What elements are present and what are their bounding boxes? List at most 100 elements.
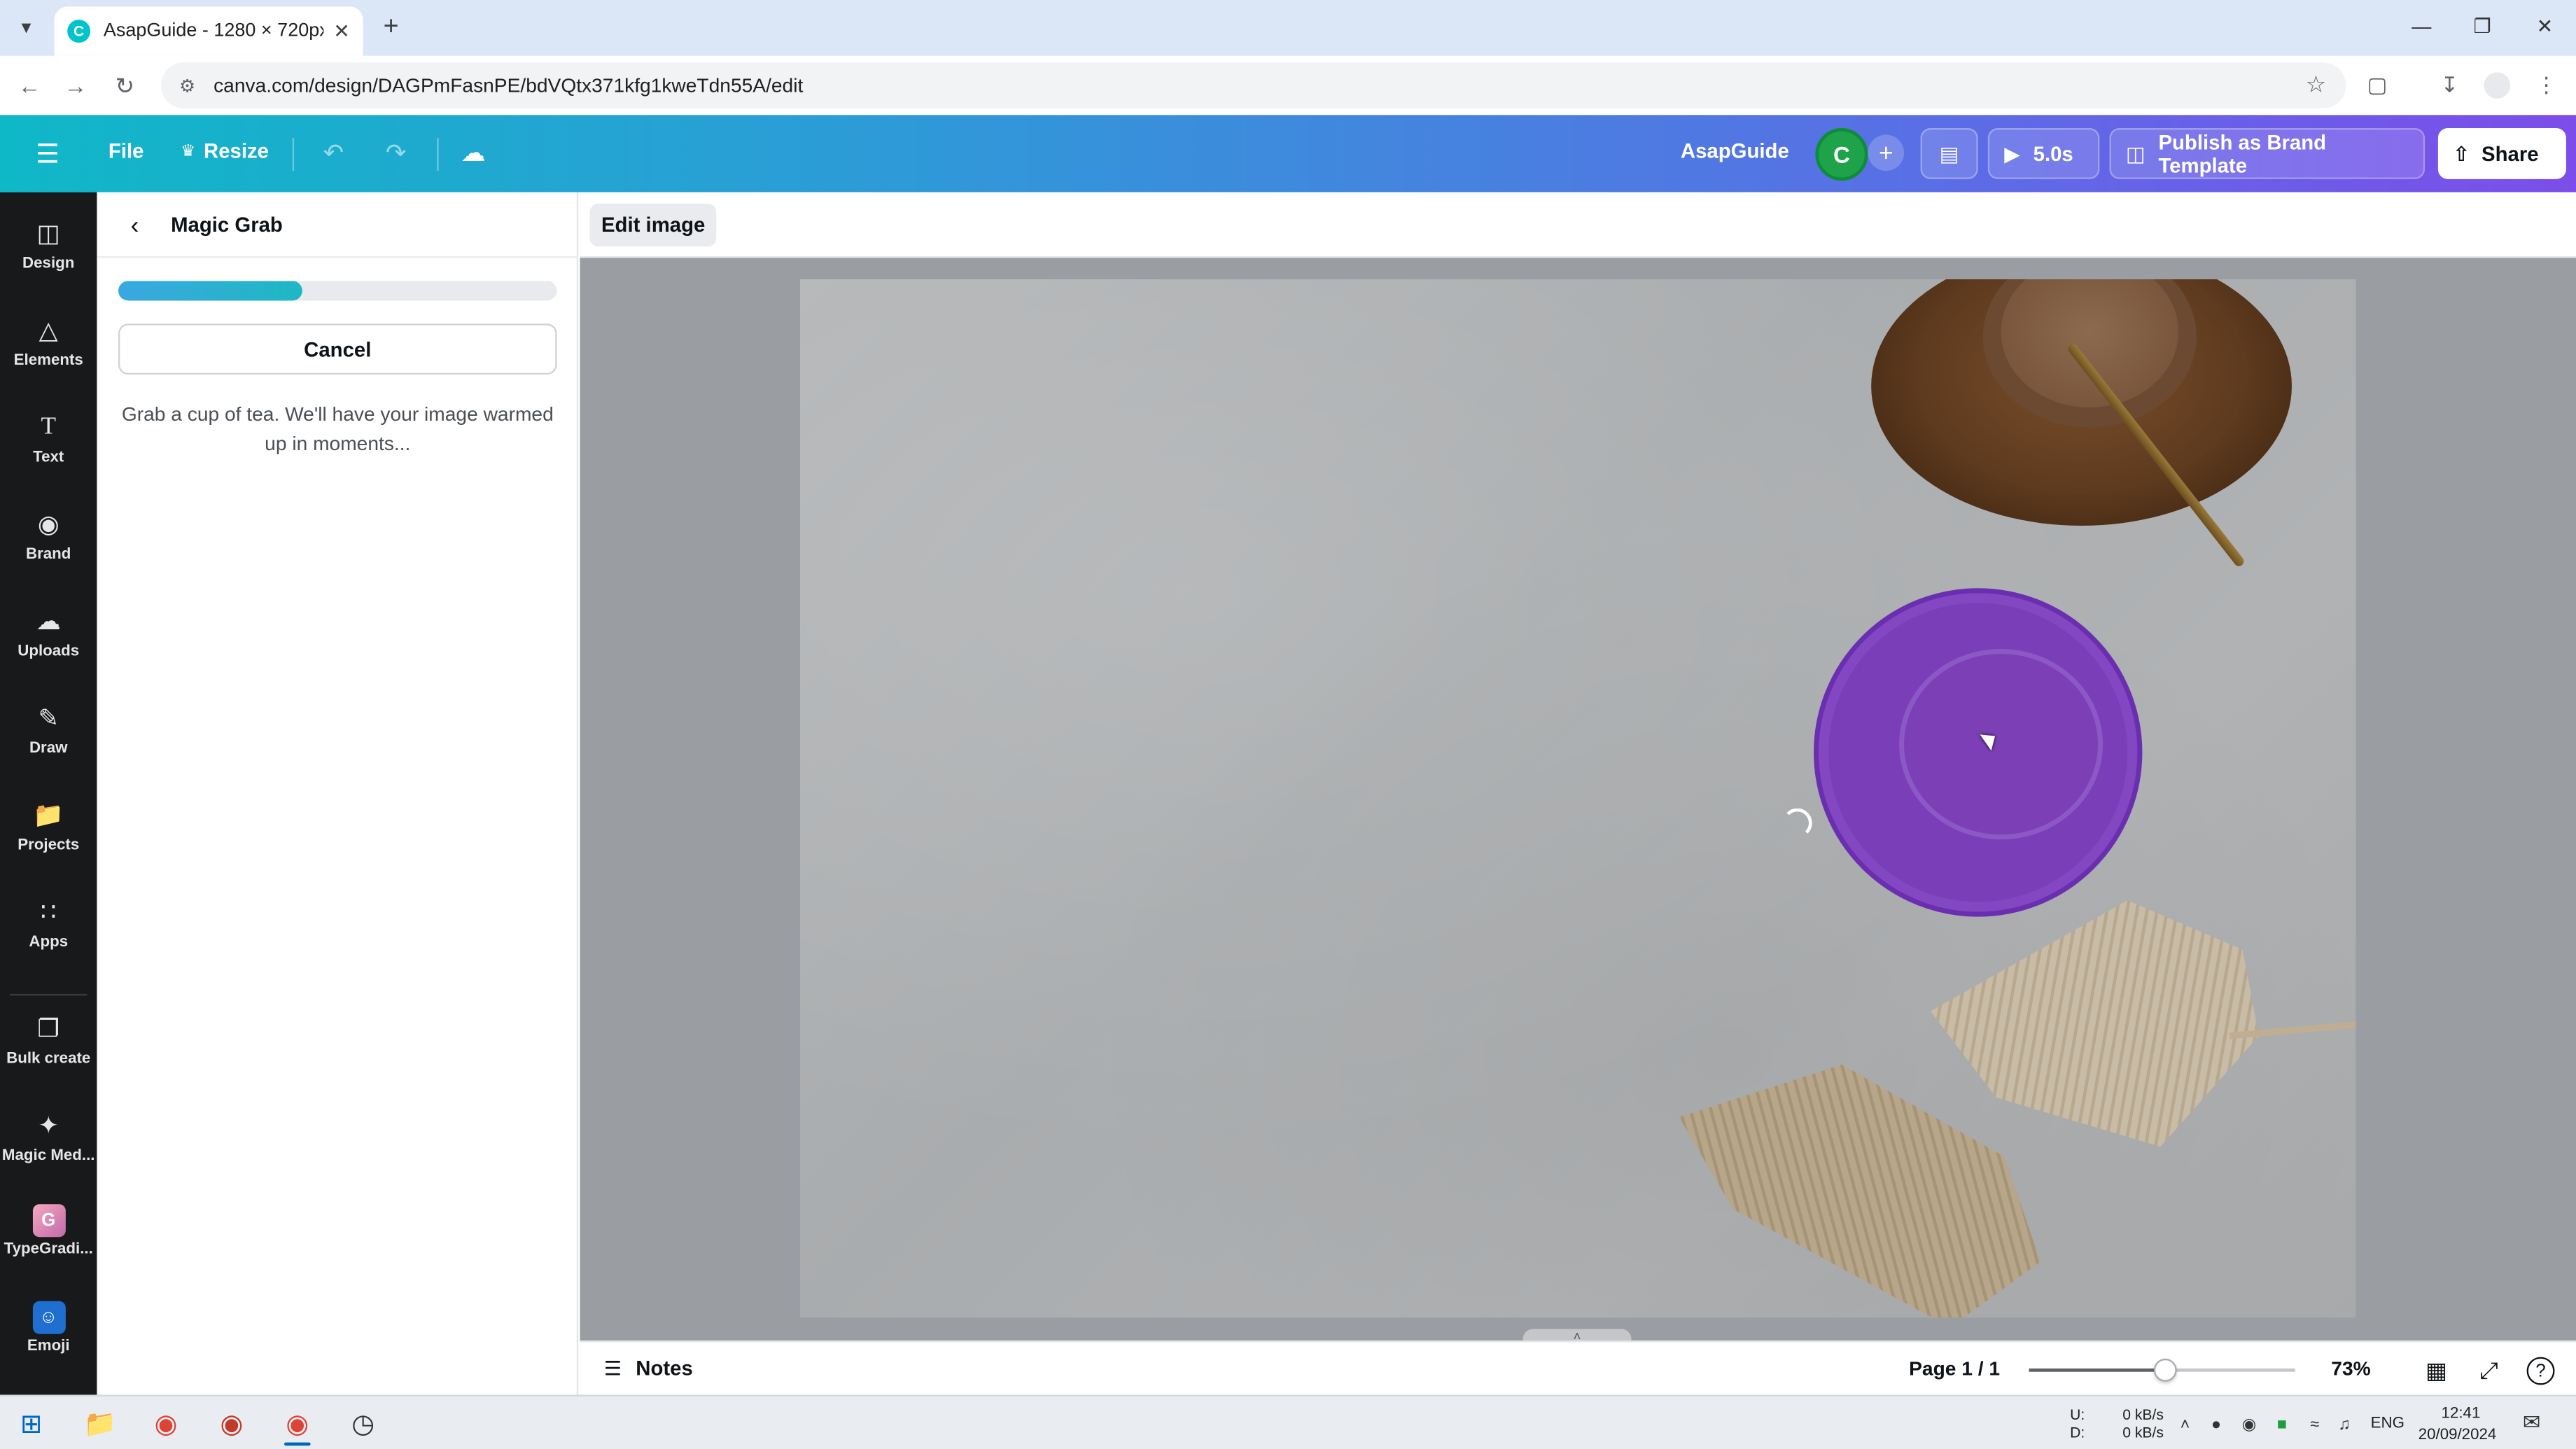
url-text[interactable]: canva.com/design/DAGPmFasnPE/bdVQtx371kf…	[214, 74, 803, 97]
new-tab-icon[interactable]: +	[374, 11, 407, 44]
net-down-label: D:	[2070, 1424, 2085, 1441]
grid-view-icon[interactable]: ▦	[2420, 1354, 2453, 1387]
emoji-icon: ☺	[31, 1301, 65, 1334]
publish-label: Publish as Brand Template	[2158, 130, 2327, 177]
minimize-icon[interactable]: —	[2402, 10, 2441, 43]
rail-item-apps[interactable]: ∷ Apps	[0, 894, 97, 976]
restore-icon[interactable]: ❐	[2463, 10, 2502, 43]
browser-menu-icon[interactable]: ⋮	[2530, 69, 2563, 102]
rail-item-label: Design	[22, 254, 75, 273]
typegradient-icon: G	[31, 1204, 65, 1238]
redo-icon[interactable]: ↷	[378, 134, 414, 171]
fullscreen-icon[interactable]: ⤢	[2472, 1354, 2505, 1387]
resize-crown-icon: ♛	[181, 143, 196, 162]
forward-arrow-icon[interactable]: →	[59, 69, 92, 102]
zoom-slider[interactable]	[2029, 1358, 2295, 1382]
language-indicator[interactable]: ENG	[2371, 1415, 2404, 1433]
bookmark-star-icon[interactable]: ☆	[2306, 71, 2326, 99]
rail-item-uploads[interactable]: ☁ Uploads	[0, 603, 97, 685]
rail-item-elements[interactable]: △ Elements	[0, 312, 97, 394]
os-taskbar: ⊞ 📁 ◉ ◉ ◉ ◷ U: D: 0 kB/s 0 kB/s ˄ ● ◉ ■ …	[0, 1394, 2576, 1449]
rail-item-label: Brand	[26, 545, 71, 564]
project-name[interactable]: AsapGuide	[1681, 139, 1789, 162]
brand-icon: ◉	[37, 510, 59, 539]
rail-item-magic-media[interactable]: ✦ Magic Med...	[0, 1107, 97, 1189]
resize-button[interactable]: Resize	[204, 139, 269, 162]
recorder-icon[interactable]: ◉	[209, 1403, 255, 1446]
rail-item-projects[interactable]: 📁 Projects	[0, 797, 97, 878]
present-button[interactable]: ▶ 5.0s	[1987, 128, 2100, 179]
progress-bar	[118, 281, 557, 301]
zoom-slider-fill	[2029, 1368, 2165, 1372]
share-button[interactable]: ⇧ Share	[2437, 128, 2566, 179]
clock-date[interactable]: 20/09/2024	[2418, 1426, 2497, 1444]
notifications-icon[interactable]: ✉	[2520, 1410, 2543, 1434]
window-close-icon[interactable]: ✕	[2525, 10, 2564, 43]
zoom-percent[interactable]: 73%	[2331, 1357, 2370, 1380]
zoom-slider-thumb[interactable]	[2152, 1358, 2176, 1382]
net-up-value: 0 kB/s	[2122, 1406, 2164, 1423]
projects-icon: 📁	[33, 802, 64, 830]
volume-icon[interactable]: ♫	[2333, 1413, 2356, 1436]
publish-brand-template-button[interactable]: ◫ Publish as Brand Template	[2109, 128, 2426, 179]
rail-item-typegradient[interactable]: G TypeGradi...	[0, 1204, 97, 1286]
rail-item-bulk-create[interactable]: ❐ Bulk create	[0, 1010, 97, 1092]
wifi-icon[interactable]: ≈	[2303, 1413, 2326, 1436]
design-page[interactable]	[799, 279, 2356, 1318]
profile-avatar[interactable]	[2484, 72, 2511, 99]
edit-image-button[interactable]: Edit image	[589, 204, 717, 247]
menu-icon[interactable]: ☰	[31, 138, 64, 171]
clock-app-icon[interactable]: ◷	[340, 1403, 386, 1446]
chrome-icon[interactable]: ◉	[143, 1403, 189, 1446]
clock-time[interactable]: 12:41	[2442, 1405, 2481, 1423]
tab-close-icon[interactable]: ✕	[333, 20, 350, 43]
notes-button[interactable]: ☰ Notes	[600, 1355, 693, 1382]
reload-icon[interactable]: ↻	[108, 69, 141, 102]
back-arrow-icon[interactable]: ←	[13, 69, 46, 102]
bar-chart-icon: ▤	[1939, 143, 1959, 167]
rail-item-text[interactable]: T Text	[0, 409, 97, 491]
extensions-icon[interactable]: ▢	[2361, 69, 2394, 102]
rail-item-label: Magic Med...	[1, 1147, 95, 1165]
bulk-create-icon: ❐	[37, 1015, 60, 1044]
back-chevron-icon[interactable]: ‹	[120, 209, 149, 241]
notes-icon: ☰	[603, 1357, 622, 1380]
tray-app-icon[interactable]: ◉	[2238, 1413, 2261, 1436]
rail-divider	[10, 993, 88, 996]
tray-app-green-icon[interactable]: ■	[2270, 1413, 2293, 1436]
text-icon: T	[41, 413, 56, 440]
file-explorer-icon[interactable]: 📁	[77, 1403, 123, 1446]
microphone-icon[interactable]: ●	[2205, 1413, 2228, 1436]
page-indicator[interactable]: Page 1 / 1	[1909, 1357, 2000, 1380]
browser-toolbar: ← → ↻ ⚙ canva.com/design/DAGPmFasnPE/bdV…	[0, 55, 2576, 115]
rail-item-design[interactable]: ◫ Design	[0, 215, 97, 297]
undo-icon[interactable]: ↶	[316, 134, 352, 171]
browser-tab[interactable]: C AsapGuide - 1280 × 720px ✕	[54, 6, 363, 56]
draw-icon: ✎	[38, 704, 59, 733]
address-bar[interactable]: ⚙ canva.com/design/DAGPmFasnPE/bdVQtx371…	[161, 62, 2346, 108]
avatar[interactable]: C	[1815, 128, 1868, 181]
download-icon[interactable]: ↧	[2433, 69, 2466, 102]
cloud-save-icon[interactable]: ☁	[455, 134, 491, 171]
panel-header: ‹ Magic Grab	[97, 192, 579, 258]
template-icon: ◫	[2125, 143, 2146, 167]
insights-button[interactable]: ▤	[1920, 128, 1978, 179]
net-up-label: U:	[2070, 1406, 2085, 1423]
file-menu-button[interactable]: File	[108, 139, 144, 162]
rail-item-draw[interactable]: ✎ Draw	[0, 700, 97, 782]
tab-list-chevron-icon[interactable]: ▼	[10, 11, 43, 44]
site-info-icon[interactable]: ⚙	[174, 72, 201, 99]
browser-tabstrip: ▼ C AsapGuide - 1280 × 720px ✕ + — ❐ ✕	[0, 0, 2576, 56]
add-collaborator-icon[interactable]: +	[1868, 134, 1905, 172]
help-icon[interactable]: ?	[2526, 1357, 2555, 1385]
tray-chevron-icon[interactable]: ˄	[2174, 1413, 2197, 1436]
windows-start-icon[interactable]: ⊞	[8, 1403, 55, 1446]
rail-item-label: Emoji	[27, 1337, 70, 1356]
rail-item-brand[interactable]: ◉ Brand	[0, 506, 97, 588]
rail-item-emoji[interactable]: ☺ Emoji	[0, 1301, 97, 1383]
chrome-active-icon[interactable]: ◉	[274, 1403, 321, 1446]
play-icon: ▶	[2004, 143, 2020, 167]
editor-footer: ☰ Notes Page 1 / 1 73% ▦ ⤢ ?	[580, 1340, 2576, 1395]
net-down-value: 0 kB/s	[2122, 1424, 2164, 1441]
cancel-button[interactable]: Cancel	[118, 323, 557, 375]
